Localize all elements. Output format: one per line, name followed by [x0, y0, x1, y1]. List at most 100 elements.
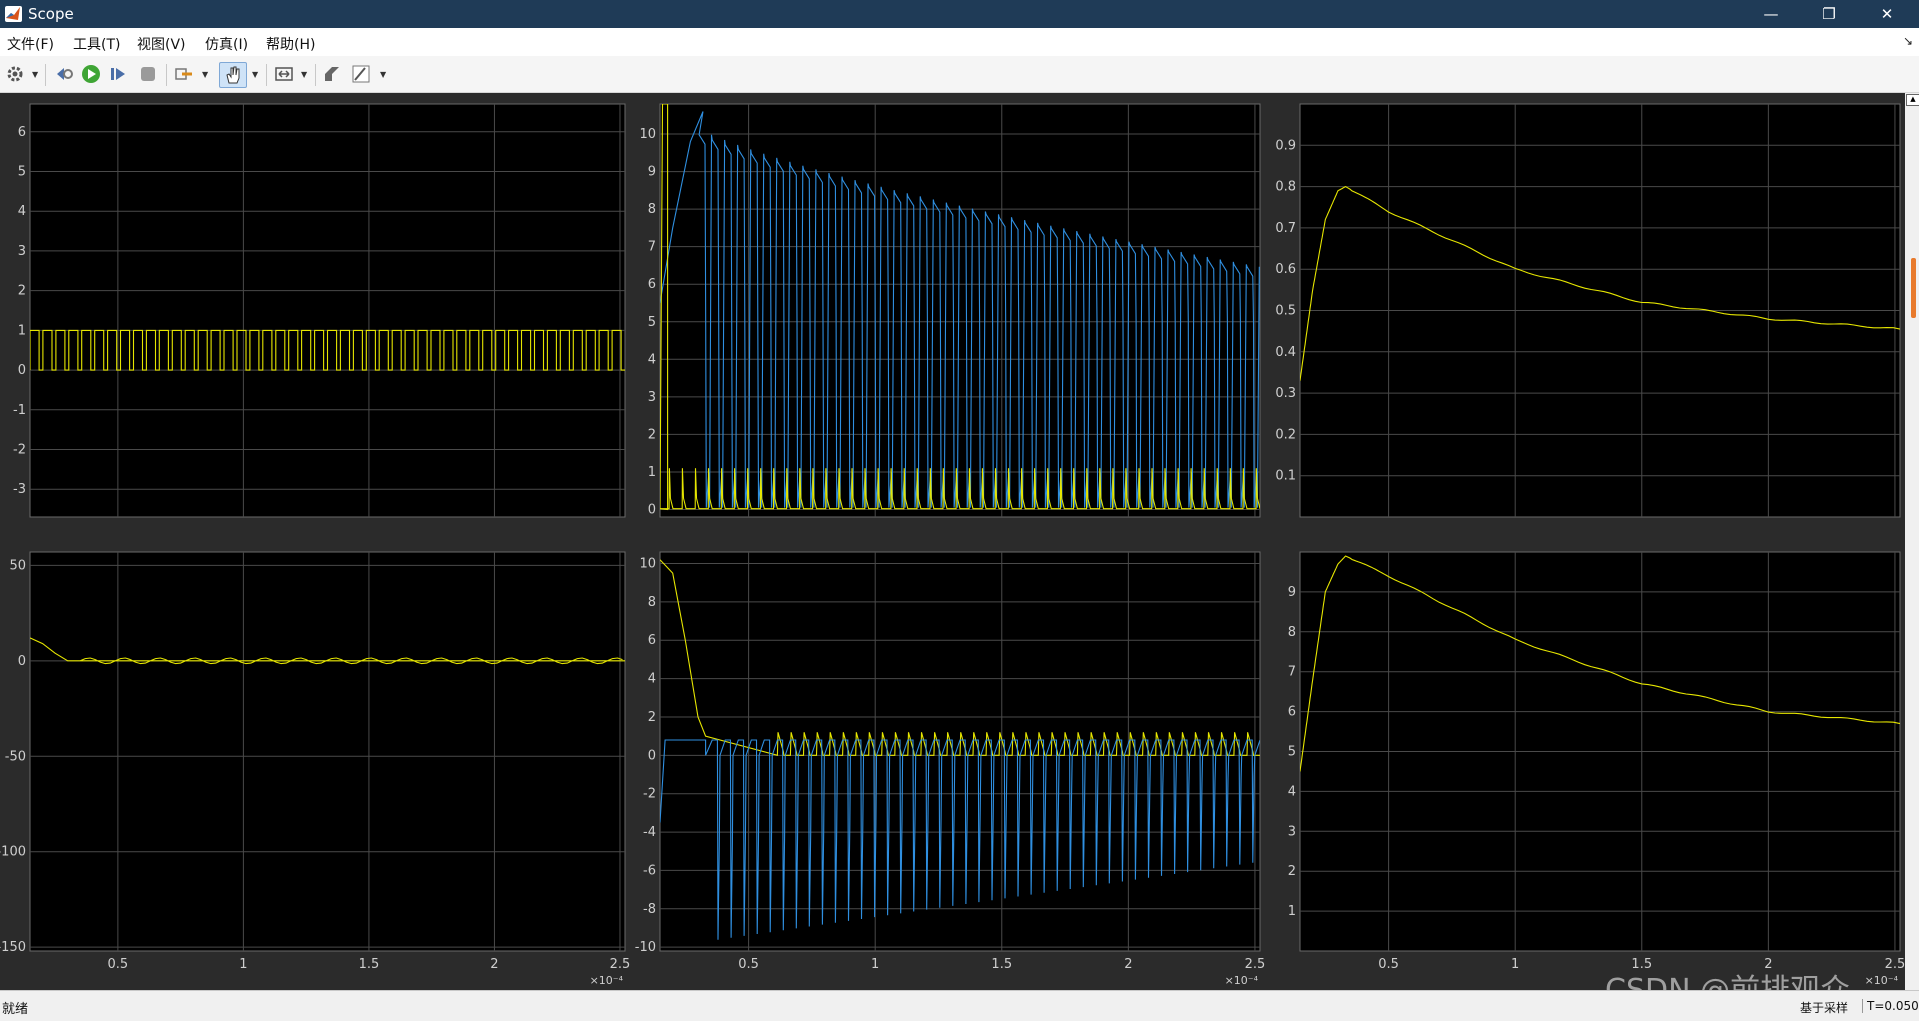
y-tick-label: 2 [648, 427, 656, 442]
stop-icon[interactable] [138, 64, 158, 84]
toolbar-separator [266, 64, 267, 86]
y-tick-label: 0.7 [1275, 221, 1296, 236]
y-tick-label: 1 [18, 323, 26, 338]
y-tick-label: 6 [648, 277, 656, 292]
undock-icon[interactable]: ↘ [1903, 34, 1913, 48]
layout-scroll-strip [1905, 93, 1919, 990]
y-tick-label: 5 [1288, 745, 1296, 760]
x-tick-label: 1.5 [991, 957, 1012, 972]
y-tick-label: 0.2 [1275, 427, 1296, 442]
y-tick-label: -2 [13, 442, 26, 457]
y-tick-label: 7 [1288, 665, 1296, 680]
menu-help[interactable]: 帮助(H) [266, 34, 315, 54]
scope-axes-top-middle[interactable]: 0 1 2 3 4 5 6 7 8 9 10 [639, 103, 1261, 518]
x-tick-label: 2.5 [1885, 957, 1905, 972]
x-tick-label: 1 [239, 957, 247, 972]
restore-icon: ❐ [1822, 5, 1836, 23]
scope-axes-bottom-right[interactable]: 0.5 1 1.5 2 2.5123456789×10⁻⁴ [1288, 551, 1905, 987]
status-bar: 就绪 基于采样 T=0.050 [0, 990, 1919, 1021]
y-tick-label: 0.3 [1275, 386, 1296, 401]
zoom-dropdown-icon[interactable]: ▼ [301, 70, 307, 79]
y-tick-label: 0 [648, 748, 656, 763]
toolbar-separator [166, 64, 167, 86]
y-tick-label: 3 [648, 390, 656, 405]
status-ready: 就绪 [2, 1002, 29, 1017]
status-sample-mode: 基于采样 [1800, 1001, 1849, 1015]
y-tick-label: 8 [648, 595, 656, 610]
y-tick-label: -6 [643, 863, 656, 878]
highlight-dropdown-icon[interactable]: ▼ [202, 70, 208, 79]
y-tick-label: 4 [18, 204, 26, 219]
y-tick-label: 2 [1288, 864, 1296, 879]
y-tick-label: 3 [1288, 824, 1296, 839]
scope-axes-top-left[interactable]: -3 -2 -1 0 1 2 3 4 5 6 [13, 103, 626, 518]
y-tick-label: 0.6 [1275, 262, 1296, 277]
toolbar-separator [45, 64, 46, 86]
y-tick-label: 4 [1288, 784, 1296, 799]
run-icon[interactable] [81, 64, 101, 84]
step-back-icon[interactable] [54, 64, 74, 84]
x-tick-label: 0.5 [738, 957, 759, 972]
y-tick-label: 1 [648, 465, 656, 480]
toolbar-separator [315, 64, 316, 86]
gear-dropdown-icon[interactable]: ▼ [32, 70, 38, 79]
zoom-fit-icon[interactable] [274, 64, 294, 84]
scope-axes-bottom-left[interactable]: 0.5 1 1.5 2 2.5 -150 -100 -50 0 50 ×10⁻⁴ [0, 551, 630, 987]
menu-tools[interactable]: 工具(T) [73, 34, 120, 54]
restore-button[interactable]: ❐ [1806, 0, 1852, 28]
minimize-button[interactable]: — [1748, 0, 1794, 28]
title-bar: Scope — ❐ ✕ [0, 0, 1919, 28]
menu-view[interactable]: 视图(V) [137, 34, 186, 54]
style-dropdown-icon[interactable]: ▼ [380, 70, 386, 79]
menu-file[interactable]: 文件(F) [7, 34, 54, 54]
scope-axes-top-right[interactable]: 0.1 0.2 0.3 0.4 0.5 0.6 0.7 0.8 0.9 [1275, 103, 1901, 518]
y-tick-label: -150 [0, 940, 26, 955]
x-tick-label: 0.5 [108, 957, 129, 972]
step-forward-icon[interactable] [108, 64, 128, 84]
pan-dropdown-icon[interactable]: ▼ [252, 70, 258, 79]
scroll-thumb[interactable] [1911, 258, 1916, 318]
y-tick-label: -8 [643, 902, 656, 917]
y-tick-label: 7 [648, 240, 656, 255]
pan-hand-icon[interactable] [219, 62, 247, 88]
y-tick-label: -4 [643, 825, 656, 840]
menu-simulation[interactable]: 仿真(I) [205, 34, 248, 54]
y-tick-label: 0.4 [1275, 345, 1296, 360]
close-button[interactable]: ✕ [1864, 0, 1910, 28]
y-tick-label: -3 [13, 482, 26, 497]
x-exponent-label: ×10⁻⁴ [1865, 974, 1899, 987]
y-tick-label: 5 [648, 315, 656, 330]
y-tick-label: 9 [1288, 585, 1296, 600]
data-cursor-icon[interactable] [322, 64, 342, 84]
y-tick-label: 50 [9, 558, 26, 573]
y-tick-label: 8 [648, 202, 656, 217]
x-tick-label: 1 [871, 957, 879, 972]
toolbar: ▼ ▼ ▼ ▼ ▼ [0, 56, 1919, 93]
highlight-icon[interactable] [174, 64, 194, 84]
x-tick-label: 1 [1511, 957, 1519, 972]
x-exponent-label: ×10⁻⁴ [590, 974, 624, 987]
y-tick-label: 10 [639, 557, 656, 572]
gear-icon[interactable] [5, 64, 25, 84]
menu-bar: 文件(F) 工具(T) 视图(V) 仿真(I) 帮助(H) ↘ [0, 28, 1919, 56]
collapse-toolbar-icon[interactable]: ▲ [1906, 94, 1919, 106]
y-tick-label: 0 [18, 654, 26, 669]
y-tick-label: 0.8 [1275, 180, 1296, 195]
minimize-icon: — [1763, 5, 1779, 23]
window-title: Scope [28, 5, 74, 23]
scope-axes-bottom-middle[interactable]: 0.5 1 1.5 2 2.5 -10 -8 -6 -4 -2 0 2 4 6 8 10 ×10⁻⁴ [635, 551, 1266, 987]
y-tick-label: 0.9 [1275, 138, 1296, 153]
y-tick-label: 1 [1288, 904, 1296, 919]
y-tick-label: -1 [13, 403, 26, 418]
y-tick-label: -10 [635, 940, 656, 955]
y-tick-label: 8 [1288, 625, 1296, 640]
y-tick-label: 5 [18, 165, 26, 180]
status-sim-time: T=0.050 [1862, 999, 1919, 1013]
x-tick-label: 2.5 [1245, 957, 1266, 972]
axes-background [29, 551, 626, 952]
scope-plots[interactable]: -3-2-101234560123456789100.10.20.30.40.5… [0, 93, 1905, 990]
y-tick-label: 4 [648, 352, 656, 367]
style-icon[interactable] [351, 64, 371, 84]
y-tick-label: 10 [639, 127, 656, 142]
y-tick-label: 0 [648, 502, 656, 517]
